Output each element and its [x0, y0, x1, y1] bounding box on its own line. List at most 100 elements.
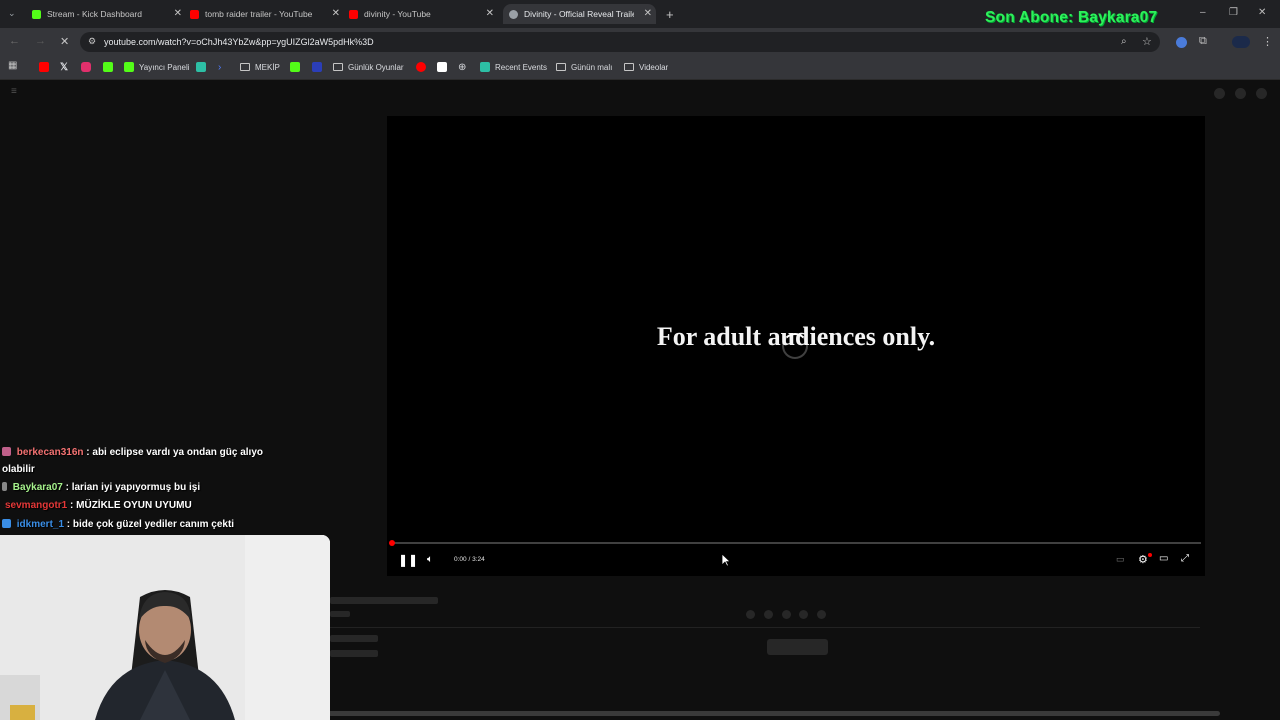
restore-button[interactable]: ❐: [1229, 7, 1238, 18]
last-subscriber-overlay: Son Abone: Baykara07: [985, 9, 1158, 26]
bookmark-youtube-2[interactable]: [416, 61, 431, 73]
streamer-camera-image: [0, 535, 330, 720]
volume-icon[interactable]: 🔈︎: [427, 554, 433, 565]
progress-scrubber[interactable]: [389, 540, 395, 546]
mouse-cursor-icon: [721, 553, 731, 567]
bookmark-app[interactable]: [196, 61, 211, 73]
action-placeholder: [799, 610, 808, 619]
close-tab-icon[interactable]: ✕: [486, 8, 494, 19]
bookmark-label: Günün malı: [571, 62, 613, 72]
new-tab-button[interactable]: +: [666, 7, 674, 22]
bookmark-image[interactable]: [437, 61, 452, 73]
minimize-button[interactable]: –: [1200, 7, 1206, 18]
youtube-icon: [39, 62, 49, 72]
hd-badge: [1148, 553, 1152, 557]
text-placeholder: [330, 611, 350, 617]
subscribe-placeholder: [767, 639, 828, 655]
bookmark-videolar[interactable]: Videolar: [624, 61, 668, 73]
chat-username: Baykara07: [12, 482, 63, 493]
chat-username: berkecan316n: [16, 447, 84, 458]
bookmark-label: Yayıncı Paneli: [139, 62, 190, 72]
folder-icon: [556, 63, 566, 71]
bookmark-gunluk-oyunlar[interactable]: Günlük Oyunlar: [333, 61, 404, 73]
tab-kick-dashboard[interactable]: Stream - Kick Dashboard ✕: [32, 4, 182, 24]
chat-text: : abi eclipse vardı ya ondan güç alıyo: [83, 447, 264, 458]
apps-grid-icon[interactable]: ▦: [8, 60, 17, 71]
hamburger-menu-icon[interactable]: ≡: [11, 86, 17, 97]
tab-title: divinity - YouTube: [364, 9, 431, 19]
stop-loading-icon[interactable]: ✕: [60, 35, 69, 48]
folder-icon: [624, 63, 634, 71]
bookmark-gunun-mali[interactable]: Günün malı: [556, 61, 612, 73]
tab-divinity-trailer[interactable]: Divinity - Official Reveal Trailer ✕: [503, 4, 656, 24]
bookmark-blue[interactable]: [312, 61, 327, 73]
theater-mode-icon[interactable]: ▭: [1159, 553, 1168, 564]
kick-icon: [124, 62, 134, 72]
settings-gear-icon[interactable]: ⚙: [1138, 553, 1148, 566]
blue-square-icon: [312, 62, 322, 72]
folder-icon: [333, 63, 343, 71]
tab-title: Divinity - Official Reveal Trailer: [524, 9, 634, 19]
youtube-icon: [416, 62, 426, 72]
pause-icon[interactable]: ❚❚: [398, 553, 418, 567]
youtube-icon: [349, 9, 358, 19]
chat-text: : MÜZİKLE OYUN UYUMU: [67, 500, 192, 511]
zoom-icon[interactable]: ⌕: [1121, 36, 1127, 47]
close-window-button[interactable]: ✕: [1258, 7, 1266, 18]
loading-spinner-icon: [782, 333, 808, 359]
tab-search-icon[interactable]: ⌄: [8, 8, 16, 19]
chat-message: Baykara07 : larian iyi yapıyormuş bu işi: [2, 482, 200, 493]
bookmark-globe[interactable]: ⊕: [458, 61, 466, 73]
bookmark-label: Videolar: [639, 62, 669, 72]
chat-username: idkmert_1: [16, 519, 65, 530]
close-tab-icon[interactable]: ✕: [332, 8, 340, 19]
url-text[interactable]: youtube.com/watch?v=oChJh43YbZw&pp=ygUIZ…: [104, 37, 374, 47]
progress-bar[interactable]: [391, 542, 1201, 544]
close-tab-icon[interactable]: ✕: [644, 8, 652, 19]
instagram-icon: [81, 62, 91, 72]
loading-icon: [509, 9, 518, 19]
close-tab-icon[interactable]: ✕: [174, 8, 182, 19]
back-icon[interactable]: ←: [9, 35, 20, 47]
chat-message-continued: olabilir: [2, 464, 35, 475]
app-icon: [480, 62, 490, 72]
chat-badge-icon: [2, 447, 11, 456]
youtube-icon: [190, 9, 199, 19]
chat-username: sevmangotr1: [5, 500, 68, 511]
bookmark-x[interactable]: 𝕏: [60, 61, 68, 73]
bookmark-prompt[interactable]: ›: [218, 61, 221, 73]
channel-placeholder: [330, 635, 378, 642]
bookmark-label: Günlük Oyunlar: [348, 62, 404, 72]
bookmark-youtube[interactable]: [39, 61, 54, 73]
bookmark-mekip[interactable]: MEKİP: [240, 61, 280, 73]
site-info-icon[interactable]: ⚙: [88, 36, 96, 47]
forward-icon[interactable]: →: [35, 35, 46, 47]
fullscreen-icon[interactable]: ⤢: [1181, 553, 1189, 564]
extension-icon[interactable]: [1176, 37, 1187, 48]
folder-icon: [240, 63, 250, 71]
captions-icon[interactable]: ▭: [1116, 554, 1125, 565]
bookmark-recent-events[interactable]: Recent Events: [480, 61, 547, 73]
bookmark-instagram[interactable]: [81, 61, 96, 73]
tab-tomb-raider[interactable]: tomb raider trailer - YouTube ✕: [190, 4, 340, 24]
action-placeholder: [764, 610, 773, 619]
webcam-overlay: [0, 535, 330, 720]
kick-icon: [32, 9, 41, 19]
tab-title: Stream - Kick Dashboard: [47, 9, 142, 19]
title-placeholder: [330, 597, 438, 604]
extensions-puzzle-icon[interactable]: ⧉: [1199, 35, 1207, 48]
horizontal-scrollbar[interactable]: [328, 711, 1220, 716]
kick-icon: [290, 62, 300, 72]
bookmark-kick[interactable]: [103, 61, 118, 73]
chat-message: idkmert_1 : bide çok güzel yediler canım…: [2, 519, 234, 530]
bookmark-yayinci-paneli[interactable]: Yayıncı Paneli: [124, 61, 190, 73]
profile-avatar[interactable]: [1232, 36, 1250, 48]
tab-divinity-search[interactable]: divinity - YouTube ✕: [349, 4, 494, 24]
chat-text: : bide çok güzel yediler canım çekti: [64, 519, 235, 530]
bookmark-star-icon[interactable]: ☆: [1142, 35, 1152, 48]
bookmark-kick-2[interactable]: [290, 61, 305, 73]
action-placeholder: [746, 610, 755, 619]
menu-kebab-icon[interactable]: ⋮: [1262, 35, 1273, 48]
x-icon: 𝕏: [60, 61, 69, 73]
channel-placeholder: [330, 650, 378, 657]
